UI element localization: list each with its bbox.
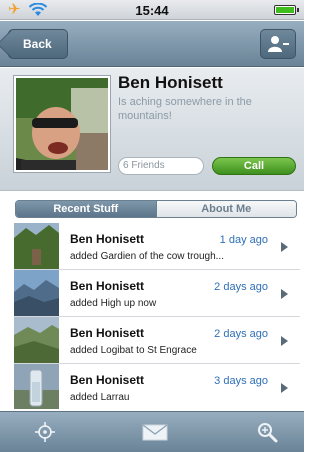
disclosure-arrow-icon	[281, 383, 288, 393]
tab-about-me[interactable]: About Me	[155, 201, 296, 217]
activity-description: added Larrau	[70, 392, 130, 403]
navigation-bar: Back	[0, 21, 304, 67]
status-bar: ✈ 15:44	[0, 0, 304, 20]
activity-name: Ben Honisett	[70, 279, 145, 293]
activity-time: 2 days ago	[214, 281, 268, 293]
screen: ✈ 15:44 Back Ben Honisett Is aching some…	[0, 0, 304, 452]
activity-name: Ben Honisett	[70, 373, 145, 387]
call-button[interactable]: Call	[212, 157, 296, 175]
back-button[interactable]: Back	[8, 29, 68, 59]
battery-icon	[274, 5, 299, 15]
disclosure-arrow-icon	[281, 242, 288, 252]
status-time: 15:44	[135, 3, 169, 18]
activity-time: 2 days ago	[214, 328, 268, 340]
activity-thumbnail	[14, 364, 59, 409]
search-icon[interactable]	[256, 421, 278, 443]
tab-recent-stuff[interactable]: Recent Stuff	[16, 201, 156, 217]
profile-name: Ben Honisett	[118, 73, 223, 92]
tab-bar	[0, 411, 304, 452]
list-item[interactable]: Ben Honisett 2 days ago added High up no…	[14, 270, 300, 317]
profile-photo	[14, 76, 110, 172]
activity-name: Ben Honisett	[70, 232, 145, 246]
contact-button[interactable]	[260, 29, 296, 59]
activity-thumbnail	[14, 317, 59, 363]
activity-time: 3 days ago	[214, 375, 268, 387]
mail-icon[interactable]	[142, 421, 168, 443]
location-icon[interactable]	[34, 421, 56, 443]
disclosure-arrow-icon	[281, 289, 288, 299]
list-item[interactable]: Ben Honisett 2 days ago added Logibat to…	[14, 317, 300, 364]
activity-description: added Gardien of the cow trough...	[70, 251, 224, 262]
profile-header: Ben Honisett Is aching somewhere in the …	[0, 68, 304, 191]
contact-icon	[268, 36, 289, 52]
activity-name: Ben Honisett	[70, 326, 145, 340]
activity-description: added High up now	[70, 298, 157, 309]
profile-status: Is aching somewhere in the mountains!	[118, 96, 252, 122]
disclosure-arrow-icon	[281, 336, 288, 346]
list-item[interactable]: Ben Honisett 3 days ago added Larrau	[14, 364, 300, 409]
segmented-control: Recent Stuff About Me	[15, 200, 297, 218]
activity-thumbnail	[14, 270, 59, 316]
friends-count[interactable]: 6 Friends	[118, 157, 204, 175]
list-item[interactable]: Ben Honisett 1 day ago added Gardien of …	[14, 223, 300, 270]
back-button-label: Back	[23, 37, 52, 51]
activity-description: added Logibat to St Engrace	[70, 345, 197, 356]
activity-time: 1 day ago	[219, 234, 268, 246]
activity-list: Ben Honisett 1 day ago added Gardien of …	[14, 223, 300, 409]
activity-thumbnail	[14, 223, 59, 269]
